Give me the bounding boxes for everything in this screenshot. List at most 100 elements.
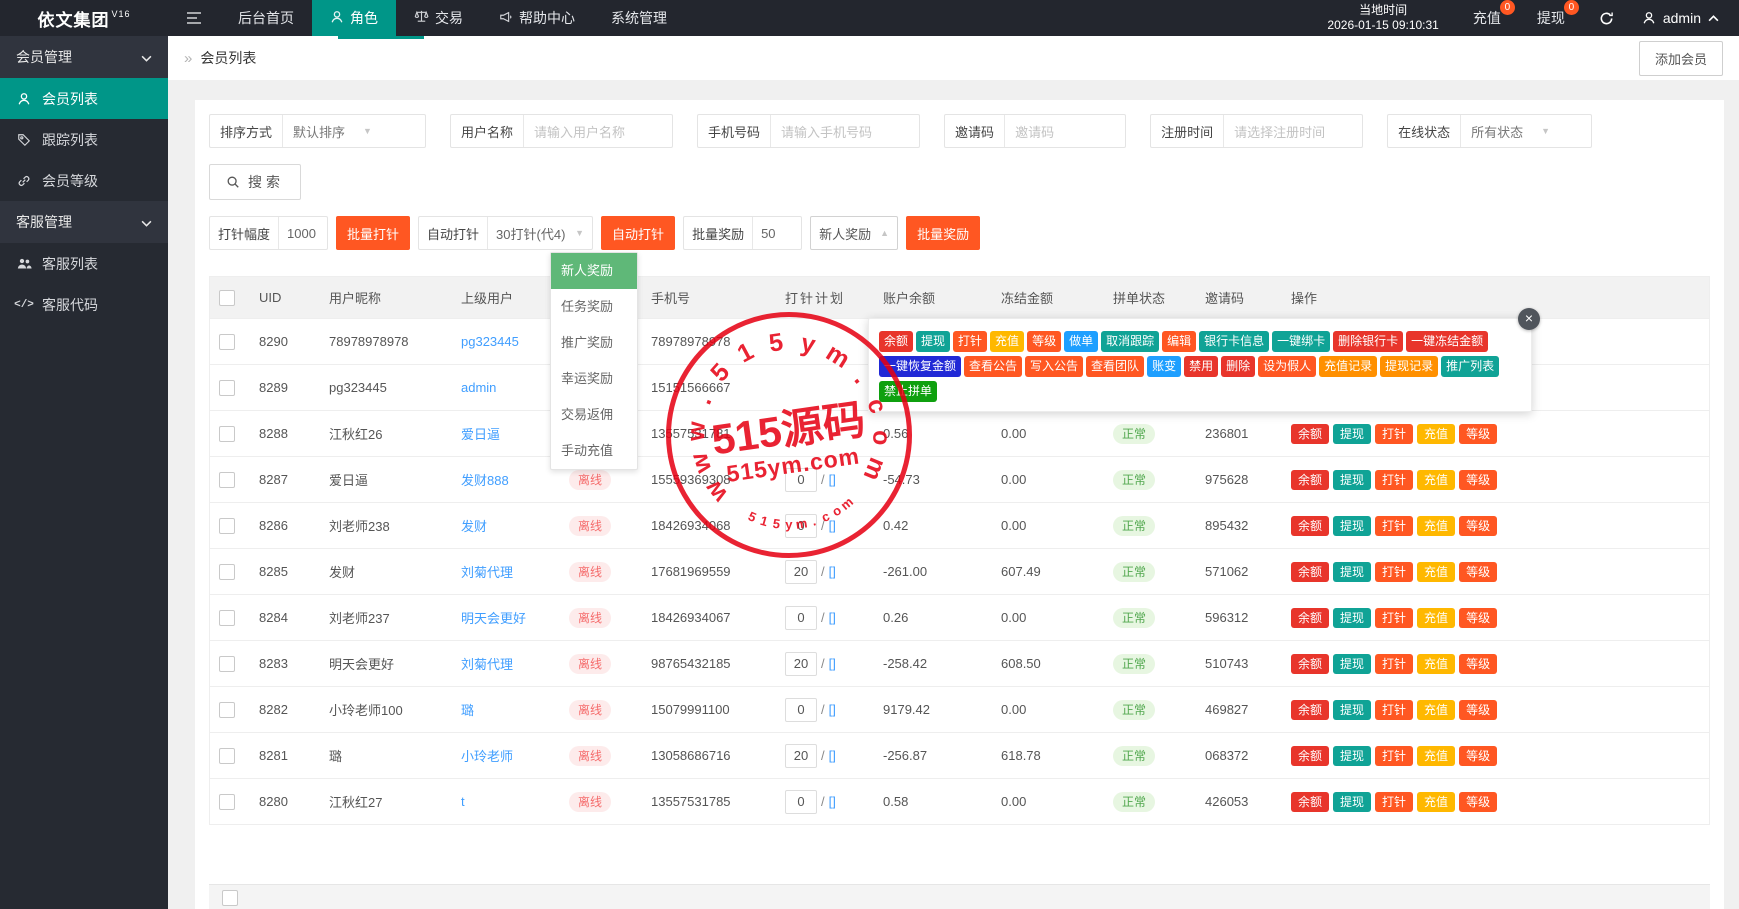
dropdown-option-幸运奖励[interactable]: 幸运奖励 bbox=[551, 361, 637, 397]
dropdown-option-新人奖励[interactable]: 新人奖励 bbox=[551, 253, 637, 289]
删除-button[interactable]: 删除 bbox=[1221, 356, 1255, 377]
sidebar-item-客服列表[interactable]: 客服列表 bbox=[0, 243, 168, 284]
禁止拼单-button[interactable]: 禁止拼单 bbox=[879, 381, 937, 402]
plan-input[interactable]: 0 bbox=[785, 698, 817, 722]
batch-reward-button[interactable]: 批量奖励 bbox=[906, 216, 980, 250]
余额-button[interactable]: 余额 bbox=[1291, 700, 1329, 720]
等级-button[interactable]: 等级 bbox=[1027, 331, 1061, 352]
一键绑卡-button[interactable]: 一键绑卡 bbox=[1272, 331, 1330, 352]
row-checkbox[interactable] bbox=[219, 794, 235, 810]
做单-button[interactable]: 做单 bbox=[1064, 331, 1098, 352]
nav-item-交易[interactable]: 交易 bbox=[396, 0, 481, 36]
禁用-button[interactable]: 禁用 bbox=[1184, 356, 1218, 377]
auto-inject-select[interactable]: 30打针(代4) ▼ bbox=[488, 217, 592, 249]
等级-button[interactable]: 等级 bbox=[1459, 470, 1497, 490]
plan-edit-icon[interactable]: [] bbox=[829, 610, 836, 625]
auto-inject-button[interactable]: 自动打针 bbox=[601, 216, 675, 250]
parent-user-link[interactable]: 发财 bbox=[461, 519, 487, 534]
推广列表-button[interactable]: 推广列表 bbox=[1441, 356, 1499, 377]
row-checkbox[interactable] bbox=[219, 564, 235, 580]
plan-input[interactable]: 0 bbox=[785, 514, 817, 538]
row-checkbox[interactable] bbox=[219, 380, 235, 396]
一键恢复金额-button[interactable]: 一键恢复金额 bbox=[879, 356, 961, 377]
等级-button[interactable]: 等级 bbox=[1459, 792, 1497, 812]
充值-button[interactable]: 充值 bbox=[990, 331, 1024, 352]
refresh-icon[interactable] bbox=[1583, 11, 1630, 26]
filter-input[interactable]: 邀请码 bbox=[1005, 115, 1125, 147]
等级-button[interactable]: 等级 bbox=[1459, 424, 1497, 444]
写入公告-button[interactable]: 写入公告 bbox=[1025, 356, 1083, 377]
row-checkbox[interactable] bbox=[219, 656, 235, 672]
close-icon[interactable]: × bbox=[1518, 308, 1540, 330]
余额-button[interactable]: 余额 bbox=[879, 331, 913, 352]
filter-select[interactable]: 默认排序▼ bbox=[283, 115, 425, 147]
plan-input[interactable]: 20 bbox=[785, 652, 817, 676]
sidebar-item-跟踪列表[interactable]: 跟踪列表 bbox=[0, 119, 168, 160]
提现-button[interactable]: 提现 bbox=[1333, 516, 1371, 536]
打针-button[interactable]: 打针 bbox=[1375, 746, 1413, 766]
余额-button[interactable]: 余额 bbox=[1291, 654, 1329, 674]
充值-button[interactable]: 充值 bbox=[1417, 562, 1455, 582]
充值-button[interactable]: 充值 bbox=[1417, 424, 1455, 444]
等级-button[interactable]: 等级 bbox=[1459, 700, 1497, 720]
打针-button[interactable]: 打针 bbox=[1375, 516, 1413, 536]
row-checkbox[interactable] bbox=[219, 610, 235, 626]
充值-button[interactable]: 充值 bbox=[1417, 792, 1455, 812]
打针-button[interactable]: 打针 bbox=[1375, 424, 1413, 444]
提现-button[interactable]: 提现 bbox=[916, 331, 950, 352]
余额-button[interactable]: 余额 bbox=[1291, 746, 1329, 766]
row-checkbox[interactable] bbox=[219, 518, 235, 534]
topbar-提现-button[interactable]: 提现0 bbox=[1519, 0, 1583, 36]
filter-input[interactable]: 请输入用户名称 bbox=[524, 115, 672, 147]
select-all-checkbox[interactable] bbox=[219, 290, 235, 306]
hamburger-icon[interactable] bbox=[168, 0, 220, 36]
plan-input[interactable]: 20 bbox=[785, 744, 817, 768]
parent-user-link[interactable]: 爱日逼 bbox=[461, 427, 500, 442]
取消跟踪-button[interactable]: 取消跟踪 bbox=[1101, 331, 1159, 352]
编辑-button[interactable]: 编辑 bbox=[1162, 331, 1196, 352]
row-checkbox[interactable] bbox=[222, 890, 238, 906]
余额-button[interactable]: 余额 bbox=[1291, 608, 1329, 628]
一键冻结金额-button[interactable]: 一键冻结金额 bbox=[1406, 331, 1488, 352]
打针-button[interactable]: 打针 bbox=[1375, 700, 1413, 720]
提现-button[interactable]: 提现 bbox=[1333, 562, 1371, 582]
parent-user-link[interactable]: t bbox=[461, 794, 465, 809]
等级-button[interactable]: 等级 bbox=[1459, 562, 1497, 582]
batch-reward-input[interactable]: 50 bbox=[753, 217, 801, 249]
batch-inject-button[interactable]: 批量打针 bbox=[336, 216, 410, 250]
search-button[interactable]: 搜索 bbox=[209, 164, 301, 200]
充值-button[interactable]: 充值 bbox=[1417, 516, 1455, 536]
nav-item-帮助中心[interactable]: 帮助中心 bbox=[481, 0, 593, 36]
parent-user-link[interactable]: admin bbox=[461, 380, 496, 395]
plan-edit-icon[interactable]: [] bbox=[829, 656, 836, 671]
余额-button[interactable]: 余额 bbox=[1291, 562, 1329, 582]
row-checkbox[interactable] bbox=[219, 702, 235, 718]
inject-range-input[interactable]: 1000 bbox=[279, 217, 327, 249]
sidebar-item-会员列表[interactable]: 会员列表 bbox=[0, 78, 168, 119]
等级-button[interactable]: 等级 bbox=[1459, 516, 1497, 536]
余额-button[interactable]: 余额 bbox=[1291, 424, 1329, 444]
plan-input[interactable]: 0 bbox=[785, 790, 817, 814]
topbar-充值-button[interactable]: 充值0 bbox=[1455, 0, 1519, 36]
parent-user-link[interactable]: 小玲老师 bbox=[461, 749, 513, 764]
提现记录-button[interactable]: 提现记录 bbox=[1380, 356, 1438, 377]
reward-type-select[interactable]: 新人奖励 ▲ bbox=[810, 216, 898, 250]
等级-button[interactable]: 等级 bbox=[1459, 608, 1497, 628]
提现-button[interactable]: 提现 bbox=[1333, 792, 1371, 812]
充值-button[interactable]: 充值 bbox=[1417, 700, 1455, 720]
parent-user-link[interactable]: 璐 bbox=[461, 703, 474, 718]
余额-button[interactable]: 余额 bbox=[1291, 516, 1329, 536]
提现-button[interactable]: 提现 bbox=[1333, 746, 1371, 766]
parent-user-link[interactable]: 刘菊代理 bbox=[461, 657, 513, 672]
设为假人-button[interactable]: 设为假人 bbox=[1258, 356, 1316, 377]
dropdown-option-手动充值[interactable]: 手动充值 bbox=[551, 433, 637, 469]
等级-button[interactable]: 等级 bbox=[1459, 654, 1497, 674]
sidebar-item-会员等级[interactable]: 会员等级 bbox=[0, 160, 168, 201]
dropdown-option-推广奖励[interactable]: 推广奖励 bbox=[551, 325, 637, 361]
row-checkbox[interactable] bbox=[219, 748, 235, 764]
账变-button[interactable]: 账变 bbox=[1147, 356, 1181, 377]
parent-user-link[interactable]: pg323445 bbox=[461, 334, 519, 349]
filter-select[interactable]: 所有状态▼ bbox=[1461, 115, 1591, 147]
plan-edit-icon[interactable]: [] bbox=[829, 748, 836, 763]
nav-item-角色[interactable]: 角色 bbox=[312, 0, 396, 36]
